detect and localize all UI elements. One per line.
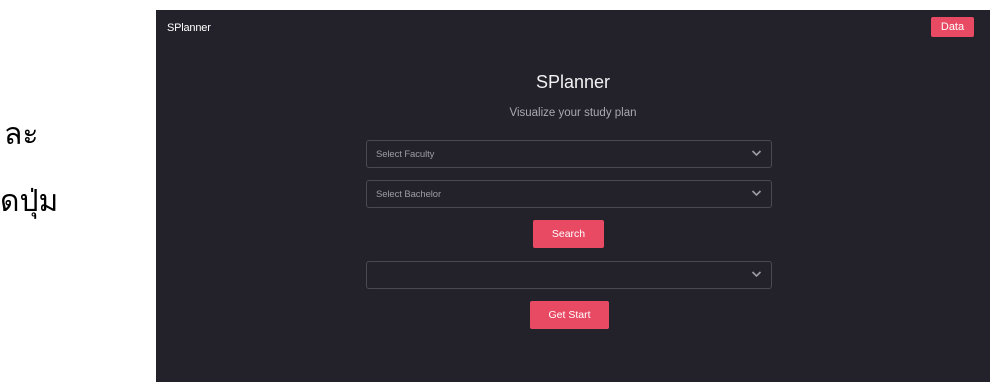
search-button[interactable]: Search	[533, 220, 604, 248]
navbar-brand[interactable]: SPlanner	[167, 22, 211, 34]
faculty-select[interactable]: Select Faculty	[366, 140, 772, 168]
get-start-button[interactable]: Get Start	[530, 301, 609, 329]
page-subtitle: Visualize your study plan	[509, 107, 637, 119]
page-title: SPlanner	[535, 72, 611, 92]
plan-select[interactable]	[366, 261, 772, 289]
app-window: SPlanner Data SPlanner Visualize your st…	[156, 10, 990, 382]
bachelor-select-value: Select Bachelor	[376, 188, 442, 200]
side-text-line-1: ละ	[4, 117, 39, 152]
chevron-down-icon	[751, 150, 762, 157]
side-text-line-2: ดปุ่ม	[0, 184, 59, 219]
data-button[interactable]: Data	[931, 17, 974, 37]
faculty-select-value: Select Faculty	[376, 148, 435, 160]
chevron-down-icon	[751, 190, 762, 197]
chevron-down-icon	[751, 271, 762, 278]
bachelor-select[interactable]: Select Bachelor	[366, 180, 772, 208]
